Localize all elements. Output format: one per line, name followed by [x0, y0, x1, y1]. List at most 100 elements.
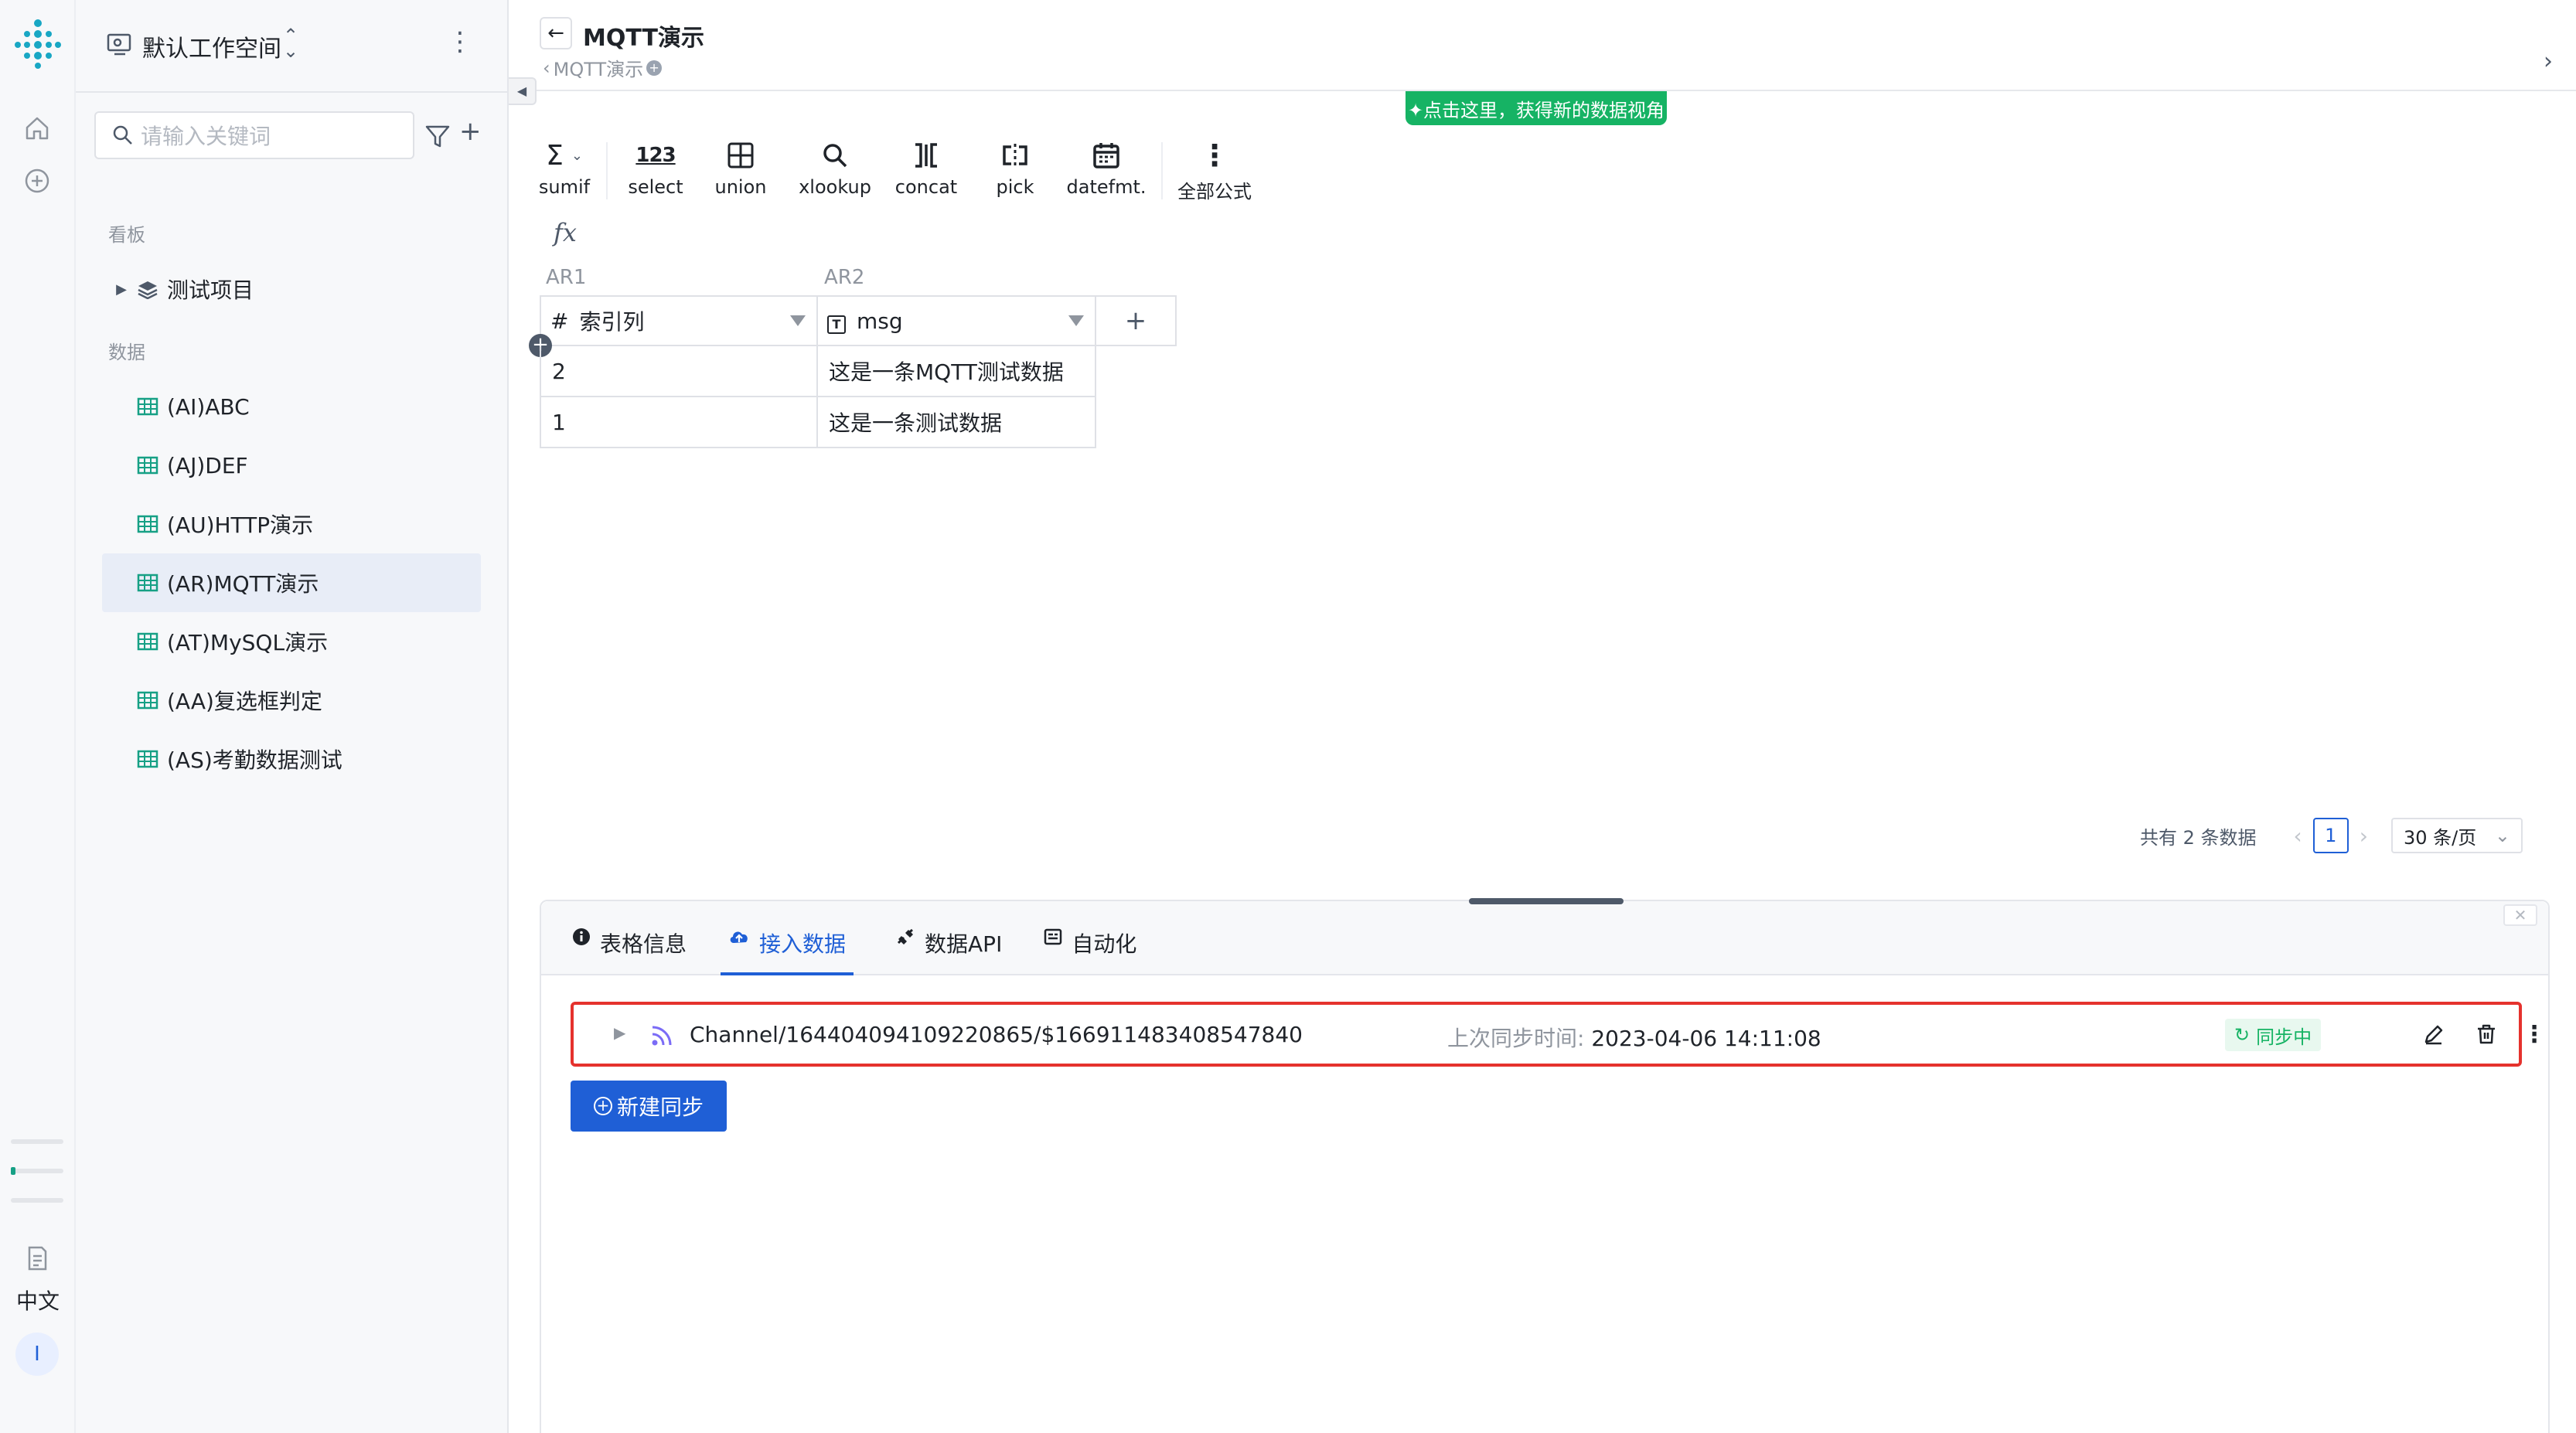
tab-data-ingest[interactable]: 接入数据 [721, 923, 854, 975]
tool-sumif[interactable]: Σ ⌄ sumif [532, 136, 597, 206]
add-item-button[interactable]: + [459, 116, 482, 147]
column-menu-icon[interactable] [790, 315, 806, 326]
tab-table-info[interactable]: 表格信息 [572, 923, 687, 975]
info-dot-icon[interactable]: + [646, 60, 663, 76]
search-input[interactable] [141, 121, 404, 151]
data-item-aj[interactable]: (AJ)DEF [102, 436, 481, 495]
table-icon [137, 574, 158, 592]
collapse-sidebar-button[interactable]: ◀ [509, 77, 537, 105]
tool-union[interactable]: union [694, 136, 787, 206]
data-item-label: (AI)ABC [167, 393, 250, 420]
data-item-label: (AT)MySQL演示 [167, 630, 329, 655]
more-vertical-icon: ⋮ [1200, 138, 1229, 172]
sidebar: 默认工作空间 ⌃⌄ ⋮ + 看板 ▶ 测试项目 数据 (AI)ABC (AJ)D… [76, 0, 509, 1433]
promo-banner[interactable]: ✦点击这里，获得新的数据视角 [1406, 91, 1667, 125]
app-window: 中文 I 默认工作空间 ⌃⌄ ⋮ + 看板 ▶ 测试项目 数据 (AI)ABC [0, 0, 2576, 1433]
data-item-at[interactable]: (AT)MySQL演示 [102, 612, 481, 671]
table-cell[interactable]: 这是一条MQTT测试数据 [816, 346, 1096, 397]
panel-tabs-bar: ✕ 表格信息 接入数据 数据API 自动化 [541, 898, 2548, 975]
next-page-icon[interactable]: › [2360, 823, 2368, 849]
column-header-index[interactable]: # 索引列 [540, 295, 818, 346]
prev-page-icon[interactable]: ‹ [2294, 823, 2302, 849]
expand-caret-icon[interactable]: ▶ [107, 281, 136, 298]
home-icon[interactable] [19, 110, 56, 147]
app-logo-icon[interactable] [11, 17, 65, 71]
chevron-down-icon: ⌄ [2494, 825, 2510, 846]
search-box [94, 111, 414, 159]
left-rail: 中文 I [0, 0, 76, 1433]
workspace-more-icon[interactable]: ⋮ [447, 26, 473, 57]
column-header-label: msg [857, 308, 903, 334]
panel-resize-handle[interactable] [1469, 898, 1624, 904]
column-letter: AR2 [824, 266, 865, 289]
scroll-indicator [11, 1139, 63, 1227]
page-title: MQTT演示 [583, 25, 704, 52]
tool-select[interactable]: 123 select [617, 136, 694, 206]
sync-item[interactable]: ▶ Channel/164404094109220865/$1669114834… [571, 1002, 2546, 1067]
back-button[interactable]: ← [540, 17, 572, 49]
tab-data-api[interactable]: 数据API [895, 923, 1002, 975]
automation-icon [1044, 928, 1062, 951]
last-sync-time: 上次同步时间: 2023-04-06 14:11:08 [1447, 1026, 1821, 1051]
delete-icon[interactable] [2472, 1020, 2500, 1048]
section-label-board: 看板 [108, 224, 145, 246]
board-item[interactable]: ▶ 测试项目 [102, 260, 481, 318]
breadcrumb-label: MQTT演示 [553, 59, 644, 80]
calendar-icon [1092, 136, 1121, 175]
pick-icon [1000, 136, 1030, 175]
expand-caret-icon[interactable]: ▶ [614, 1023, 625, 1042]
section-label-data: 数据 [108, 342, 145, 363]
language-switch[interactable]: 中文 [0, 1285, 76, 1316]
data-item-ar[interactable]: (AR)MQTT演示 [102, 553, 481, 612]
table-cell[interactable]: 1 [540, 397, 818, 448]
filter-icon[interactable] [422, 121, 453, 151]
info-icon [572, 928, 591, 951]
add-column-button[interactable]: + [1095, 295, 1177, 346]
data-item-as[interactable]: (AS)考勤数据测试 [102, 730, 481, 788]
chevron-left-icon: ‹ [543, 56, 550, 79]
more-vertical-icon[interactable]: ⋮ [2520, 1020, 2548, 1048]
column-header-msg[interactable]: T msg [816, 295, 1096, 346]
panel-tabs: 表格信息 接入数据 数据API 自动化 [572, 923, 1178, 975]
table-cell[interactable]: 这是一条测试数据 [816, 397, 1096, 448]
breadcrumb[interactable]: ‹ MQTT演示 + [543, 54, 663, 81]
column-letter: AR1 [546, 266, 587, 289]
table-cell[interactable]: 2 [540, 346, 818, 397]
number-type-icon: # [550, 308, 569, 334]
edit-icon[interactable] [2420, 1020, 2448, 1048]
formula-toolbar: Σ ⌄ sumif 123 select union xlookup conca… [532, 136, 1257, 206]
document-icon[interactable] [19, 1240, 56, 1277]
text-type-icon: T [827, 308, 846, 334]
workspace-name[interactable]: 默认工作空间 [142, 29, 281, 63]
pagination-total: 共有 2 条数据 [2140, 826, 2257, 849]
tool-pick[interactable]: pick [969, 136, 1061, 206]
add-circle-icon[interactable] [19, 162, 56, 199]
workspace-switch-icon[interactable]: ⌃ ⌄ [283, 26, 298, 60]
page-size-select[interactable]: 30 条/页 ⌄ [2390, 818, 2523, 853]
page-number[interactable]: 1 [2312, 818, 2349, 853]
data-item-ai[interactable]: (AI)ABC [102, 377, 481, 436]
data-item-label: (AU)HTTP演示 [167, 512, 314, 538]
union-icon [726, 136, 755, 175]
data-item-au[interactable]: (AU)HTTP演示 [102, 495, 481, 553]
tool-concat[interactable]: concat [883, 136, 969, 206]
formula-fx-icon[interactable]: fx [554, 218, 577, 247]
data-item-aa[interactable]: (AA)复选框判定 [102, 671, 481, 730]
avatar[interactable]: I [15, 1333, 59, 1376]
tab-automation[interactable]: 自动化 [1044, 923, 1136, 975]
sigma-icon: Σ ⌄ [546, 139, 583, 172]
column-menu-icon[interactable] [1068, 315, 1084, 326]
arrow-left-icon: ← [547, 22, 564, 45]
table-icon [137, 632, 158, 651]
new-sync-button[interactable]: + 新建同步 [571, 1081, 727, 1132]
plus-circle-icon: + [594, 1097, 612, 1115]
rss-feed-icon [652, 1026, 672, 1046]
sync-channel: Channel/164404094109220865/$166911483408… [690, 1022, 1303, 1047]
close-icon[interactable]: ✕ [2503, 904, 2537, 926]
tool-all-formulas[interactable]: ⋮ 全部公式 [1172, 136, 1257, 206]
chevron-right-icon[interactable]: › [2544, 48, 2553, 75]
table-icon [137, 750, 158, 768]
tool-datefmt[interactable]: datefmt. [1061, 136, 1152, 206]
table-icon [137, 691, 158, 710]
tool-xlookup[interactable]: xlookup [787, 136, 883, 206]
